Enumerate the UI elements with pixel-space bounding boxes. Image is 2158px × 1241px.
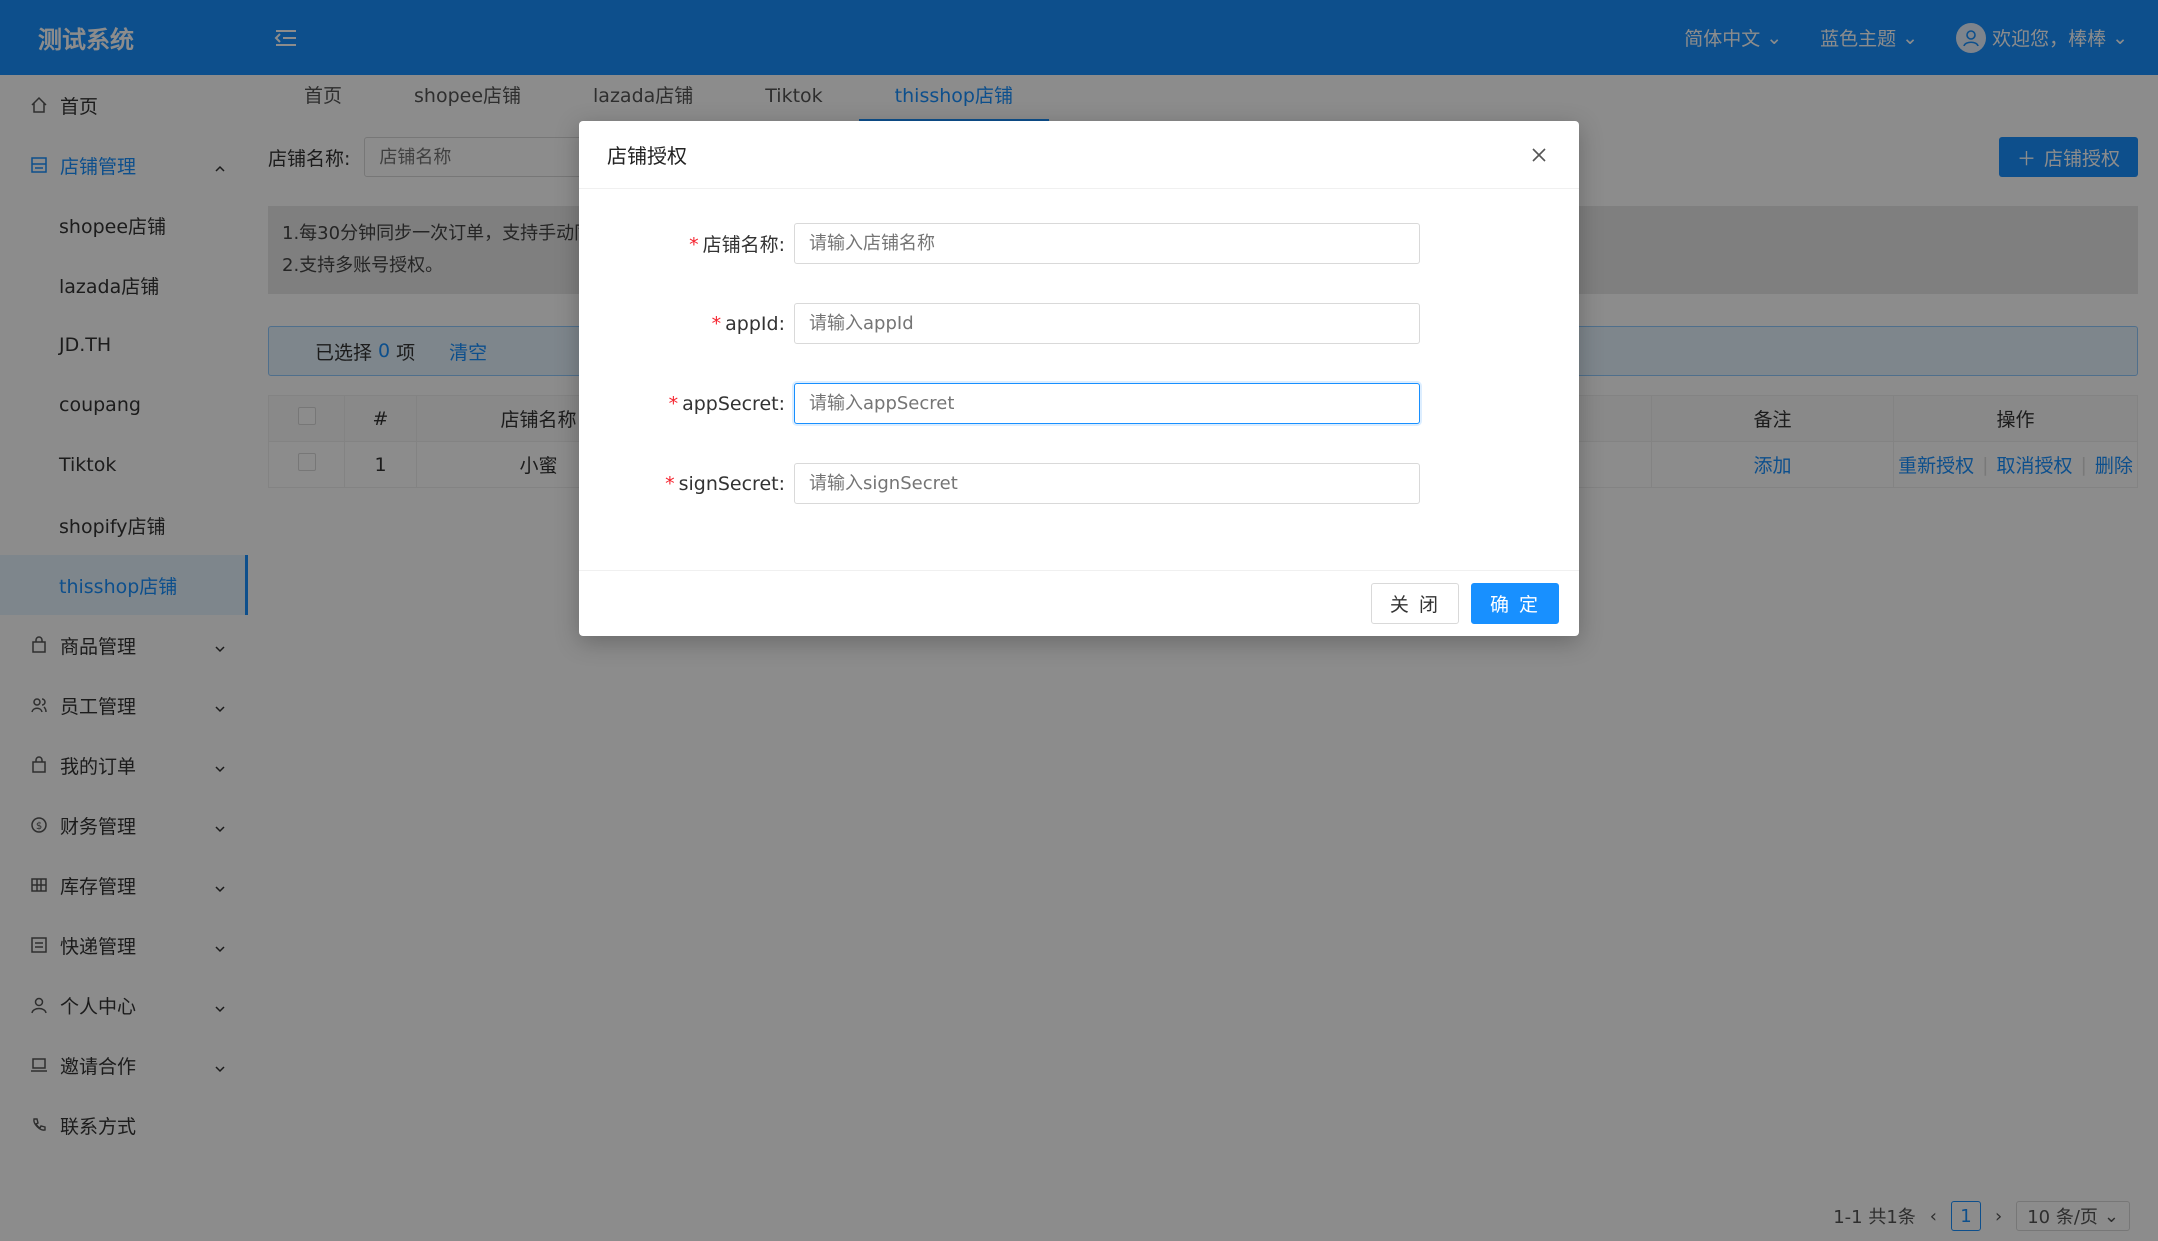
modal-footer: 关 闭 确 定: [579, 570, 1579, 636]
required-mark: *: [711, 312, 722, 335]
close-icon[interactable]: [1527, 143, 1551, 167]
required-mark: *: [668, 392, 679, 415]
field-label-store-name: * 店铺名称:: [689, 234, 785, 256]
form-row-store-name: * 店铺名称:: [579, 223, 1579, 264]
appsecret-input[interactable]: [794, 383, 1420, 424]
form-row-appsecret: * appSecret:: [579, 383, 1579, 424]
required-mark: *: [665, 472, 675, 495]
form-row-signsecret: * signSecret:: [579, 463, 1579, 504]
store-name-input[interactable]: [794, 223, 1420, 264]
required-mark: *: [689, 234, 699, 256]
close-button[interactable]: 关 闭: [1370, 583, 1459, 624]
signsecret-input[interactable]: [794, 463, 1420, 504]
confirm-button[interactable]: 确 定: [1470, 583, 1559, 624]
store-authorize-modal: 店铺授权 *店铺名称: *appId: *appSecret: *signSec…: [579, 121, 1579, 636]
field-label-signsecret: * signSecret:: [665, 472, 785, 495]
form-row-appid: * appId:: [579, 303, 1579, 344]
appid-input[interactable]: [794, 303, 1420, 344]
modal-header: 店铺授权: [579, 121, 1579, 189]
modal-title: 店铺授权: [607, 144, 687, 168]
field-label-appsecret: * appSecret:: [668, 392, 785, 415]
field-label-appid: * appId:: [711, 312, 785, 335]
